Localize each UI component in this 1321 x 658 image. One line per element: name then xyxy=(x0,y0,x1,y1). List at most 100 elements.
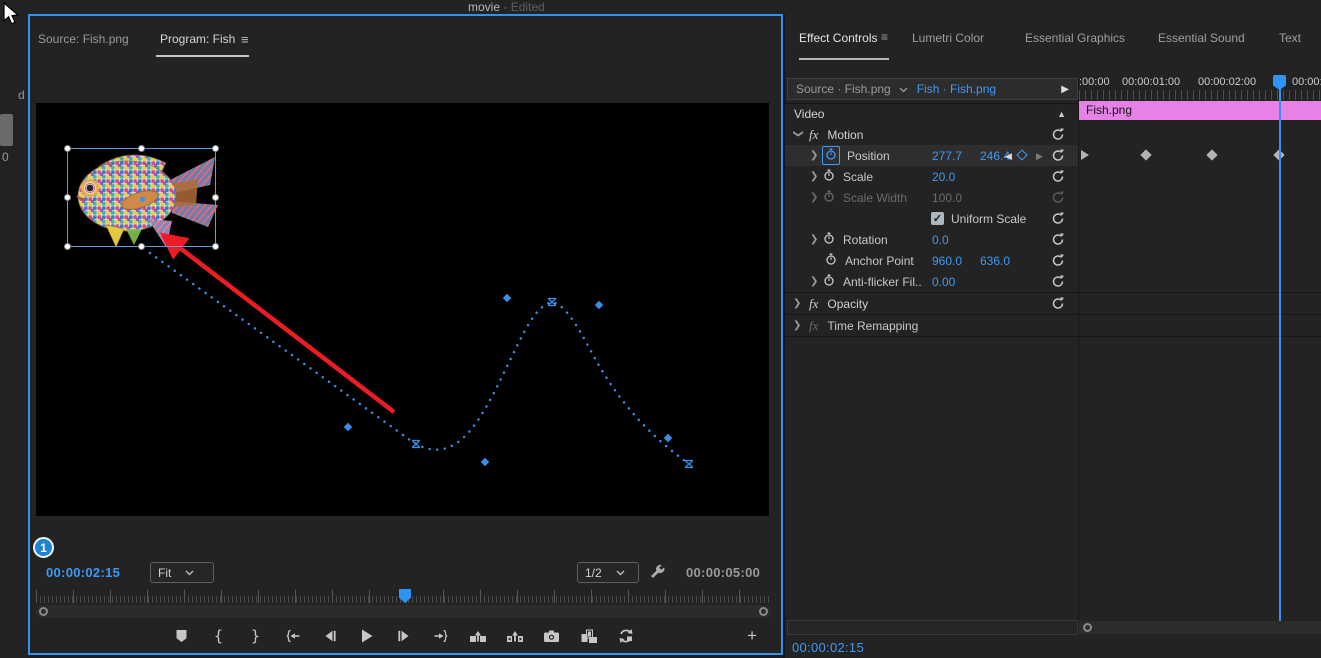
motion-path-handles[interactable] xyxy=(344,294,672,466)
effects-horizontal-scrollbar[interactable] xyxy=(1079,621,1321,634)
reset-anchor-point-icon[interactable] xyxy=(1051,253,1065,267)
effect-group-opacity[interactable]: ❯ fx Opacity xyxy=(785,293,1078,314)
clip-bar[interactable]: Fish.png xyxy=(1079,101,1321,120)
stopwatch-icon[interactable] xyxy=(823,169,835,184)
anchor-y-value[interactable]: 636.0 xyxy=(980,254,1010,268)
selection-handle-ne[interactable] xyxy=(212,145,219,152)
effect-group-motion[interactable]: ❯ fx Motion xyxy=(785,124,1078,145)
clip-selection-box[interactable] xyxy=(67,148,216,247)
keyframe-diamond[interactable] xyxy=(1206,149,1217,160)
loop-button[interactable] xyxy=(617,627,635,645)
scrollbar-left-knob[interactable] xyxy=(39,607,48,616)
selection-handle-w[interactable] xyxy=(64,194,71,201)
expand-chevron-icon[interactable]: ❯ xyxy=(793,298,803,309)
anti-flicker-value[interactable]: 0.00 xyxy=(932,275,955,289)
keyframe-offscreen-left-icon[interactable] xyxy=(1081,150,1089,160)
play-around-icon[interactable]: ▶ xyxy=(1061,84,1069,95)
video-section-header[interactable]: Video ▲ xyxy=(785,103,1078,124)
property-row-anti-flicker[interactable]: ❯ Anti-flicker Fil.. 0.00 xyxy=(785,271,1078,292)
effects-playhead-handle[interactable] xyxy=(1273,75,1286,90)
rotation-value[interactable]: 0.0 xyxy=(932,233,949,247)
expand-chevron-icon[interactable]: ❯ xyxy=(810,171,820,182)
tab-essential-graphics[interactable]: Essential Graphics xyxy=(1025,31,1125,45)
stopwatch-icon-active[interactable] xyxy=(822,146,840,165)
selection-handle-se[interactable] xyxy=(212,243,219,250)
expand-chevron-icon[interactable]: ❯ xyxy=(810,234,820,245)
collapse-section-icon[interactable]: ▲ xyxy=(1057,109,1066,119)
reset-motion-icon[interactable] xyxy=(1051,127,1065,141)
tab-essential-sound[interactable]: Essential Sound xyxy=(1158,31,1245,45)
scale-value[interactable]: 20.0 xyxy=(932,170,955,184)
reset-anti-flicker-icon[interactable] xyxy=(1051,274,1065,288)
tab-lumetri-color[interactable]: Lumetri Color xyxy=(912,31,984,45)
selection-handle-nw[interactable] xyxy=(64,145,71,152)
add-keyframe-icon[interactable] xyxy=(1016,149,1027,160)
stopwatch-icon[interactable] xyxy=(825,253,837,268)
step-forward-button[interactable] xyxy=(395,627,413,645)
panel-menu-icon[interactable]: ≡ xyxy=(241,32,249,47)
tab-source-monitor[interactable]: Source: Fish.png xyxy=(38,32,129,46)
effects-timeline-ruler[interactable] xyxy=(1079,90,1321,100)
tab-effect-controls[interactable]: Effect Controls xyxy=(799,31,877,45)
selection-handle-s[interactable] xyxy=(138,243,145,250)
expand-chevron-icon[interactable]: ❯ xyxy=(810,276,820,287)
go-to-out-button[interactable] xyxy=(432,627,450,645)
position-x-value[interactable]: 277.7 xyxy=(932,149,962,163)
selection-handle-e[interactable] xyxy=(212,194,219,201)
panel-column-divider[interactable] xyxy=(1078,77,1079,622)
timeline-clip-label[interactable]: Fish · Fish.png xyxy=(917,82,996,96)
add-marker-button[interactable] xyxy=(173,627,191,645)
scrollbar-knob[interactable] xyxy=(1083,623,1092,632)
reset-opacity-icon[interactable] xyxy=(1051,296,1065,310)
program-zoom-scrollbar[interactable] xyxy=(36,605,771,618)
scrollbar-right-knob[interactable] xyxy=(759,607,768,616)
effects-playhead-line[interactable] xyxy=(1279,86,1281,626)
lift-button[interactable] xyxy=(469,627,487,645)
prev-keyframe-icon[interactable]: ◀ xyxy=(1005,151,1012,162)
expand-chevron-icon[interactable]: ❯ xyxy=(793,320,803,331)
step-back-button[interactable] xyxy=(321,627,339,645)
keyframe-diamond[interactable] xyxy=(1140,149,1151,160)
property-row-rotation[interactable]: ❯ Rotation 0.0 xyxy=(785,229,1078,250)
export-frame-button[interactable] xyxy=(543,627,561,645)
next-keyframe-icon[interactable]: ▶ xyxy=(1036,151,1043,162)
extract-button[interactable] xyxy=(506,627,524,645)
effects-current-timecode[interactable]: 00:00:02:15 xyxy=(792,640,864,655)
expand-chevron-icon[interactable]: ❯ xyxy=(793,130,804,140)
stopwatch-icon[interactable] xyxy=(823,232,835,247)
zoom-level-select[interactable]: Fit xyxy=(150,562,214,583)
settings-wrench-icon[interactable] xyxy=(648,563,667,585)
button-editor-plus-button[interactable]: + xyxy=(747,626,757,646)
selection-handle-n[interactable] xyxy=(138,145,145,152)
uniform-scale-checkbox[interactable]: ✓ xyxy=(931,212,944,225)
reset-position-icon[interactable] xyxy=(1051,148,1065,162)
expand-chevron-icon[interactable]: ❯ xyxy=(810,150,820,161)
panel-menu-icon[interactable]: ≡ xyxy=(881,30,888,44)
reset-uniform-scale-icon[interactable] xyxy=(1051,211,1065,225)
motion-path-keyframe-markers[interactable] xyxy=(412,299,693,468)
chevron-down-icon[interactable] xyxy=(899,82,908,96)
stopwatch-icon[interactable] xyxy=(823,274,835,289)
property-row-position[interactable]: ❯ Position 277.7 246.4 ◀ ▶ xyxy=(785,145,1078,166)
effect-group-time-remapping[interactable]: ❯ fx Time Remapping xyxy=(785,315,1078,336)
go-to-in-button[interactable] xyxy=(284,627,302,645)
program-video-viewport[interactable] xyxy=(36,103,769,516)
mark-in-button[interactable]: { xyxy=(210,627,228,645)
anchor-x-value[interactable]: 960.0 xyxy=(932,254,962,268)
play-button[interactable] xyxy=(358,627,376,645)
comparison-view-button[interactable] xyxy=(580,627,598,645)
program-playhead[interactable] xyxy=(399,589,411,603)
reset-rotation-icon[interactable] xyxy=(1051,232,1065,246)
anchor-point-dot[interactable] xyxy=(140,197,145,202)
tab-program-monitor[interactable]: Program: Fish xyxy=(160,32,235,46)
program-monitor-panel: Source: Fish.png Program: Fish ≡ xyxy=(28,14,783,655)
property-row-scale[interactable]: ❯ Scale 20.0 xyxy=(785,166,1078,187)
program-mini-timeline[interactable] xyxy=(36,590,771,605)
selection-handle-sw[interactable] xyxy=(64,243,71,250)
mark-out-button[interactable]: } xyxy=(247,627,265,645)
playback-resolution-select[interactable]: 1/2 xyxy=(577,562,639,583)
tab-text[interactable]: Text xyxy=(1279,31,1301,45)
reset-scale-icon[interactable] xyxy=(1051,169,1065,183)
property-row-anchor-point[interactable]: Anchor Point 960.0 636.0 xyxy=(785,250,1078,271)
program-current-timecode[interactable]: 00:00:02:15 xyxy=(46,565,120,580)
